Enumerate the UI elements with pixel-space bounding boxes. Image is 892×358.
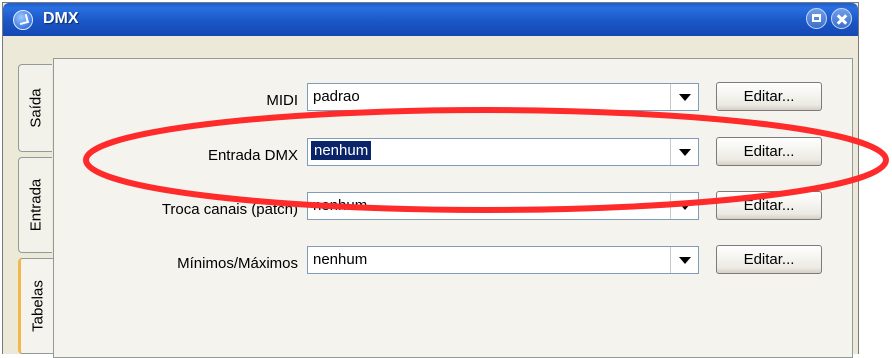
entrada-dmx-dropdown-arrow-icon[interactable] [670, 139, 698, 165]
tab-saida[interactable]: Saída [18, 64, 52, 152]
entrada-dmx-select[interactable]: nenhum [307, 138, 699, 166]
troca-canais-edit-button[interactable]: Editar... [716, 191, 822, 220]
midi-dropdown-arrow-icon[interactable] [670, 84, 698, 110]
tab-entrada-label: Entrada [27, 178, 44, 232]
tab-tabelas[interactable]: Tabelas [18, 258, 54, 354]
troca-canais-select[interactable]: nenhum [307, 192, 699, 220]
entrada-dmx-select-value: nenhum [309, 140, 373, 161]
midi-label: MIDI [266, 92, 298, 109]
app-icon[interactable] [13, 10, 33, 30]
minimos-maximos-label: Mínimos/Máximos [177, 255, 298, 272]
entrada-dmx-label: Entrada DMX [207, 147, 298, 164]
title-bar[interactable]: DMX [3, 3, 858, 36]
troca-canais-label: Troca canais (patch) [161, 201, 298, 218]
close-button[interactable] [831, 8, 852, 29]
tab-saida-label: Saída [27, 88, 44, 128]
maximize-button[interactable] [806, 8, 827, 29]
tab-tabelas-label: Tabelas [29, 280, 46, 332]
minimos-maximos-select[interactable]: nenhum [307, 246, 699, 274]
tab-entrada[interactable]: Entrada [18, 157, 52, 253]
troca-canais-select-value: nenhum [313, 197, 368, 214]
minimos-maximos-edit-button[interactable]: Editar... [716, 245, 822, 274]
midi-select-value: padrao [313, 88, 360, 105]
midi-select[interactable]: padrao [307, 83, 699, 111]
troca-canais-dropdown-arrow-icon[interactable] [670, 193, 698, 219]
entrada-dmx-edit-button[interactable]: Editar... [716, 137, 822, 166]
minimos-maximos-select-value: nenhum [313, 251, 368, 268]
window-title: DMX [43, 10, 79, 27]
midi-edit-button[interactable]: Editar... [716, 82, 822, 111]
minimos-maximos-dropdown-arrow-icon[interactable] [670, 247, 698, 273]
